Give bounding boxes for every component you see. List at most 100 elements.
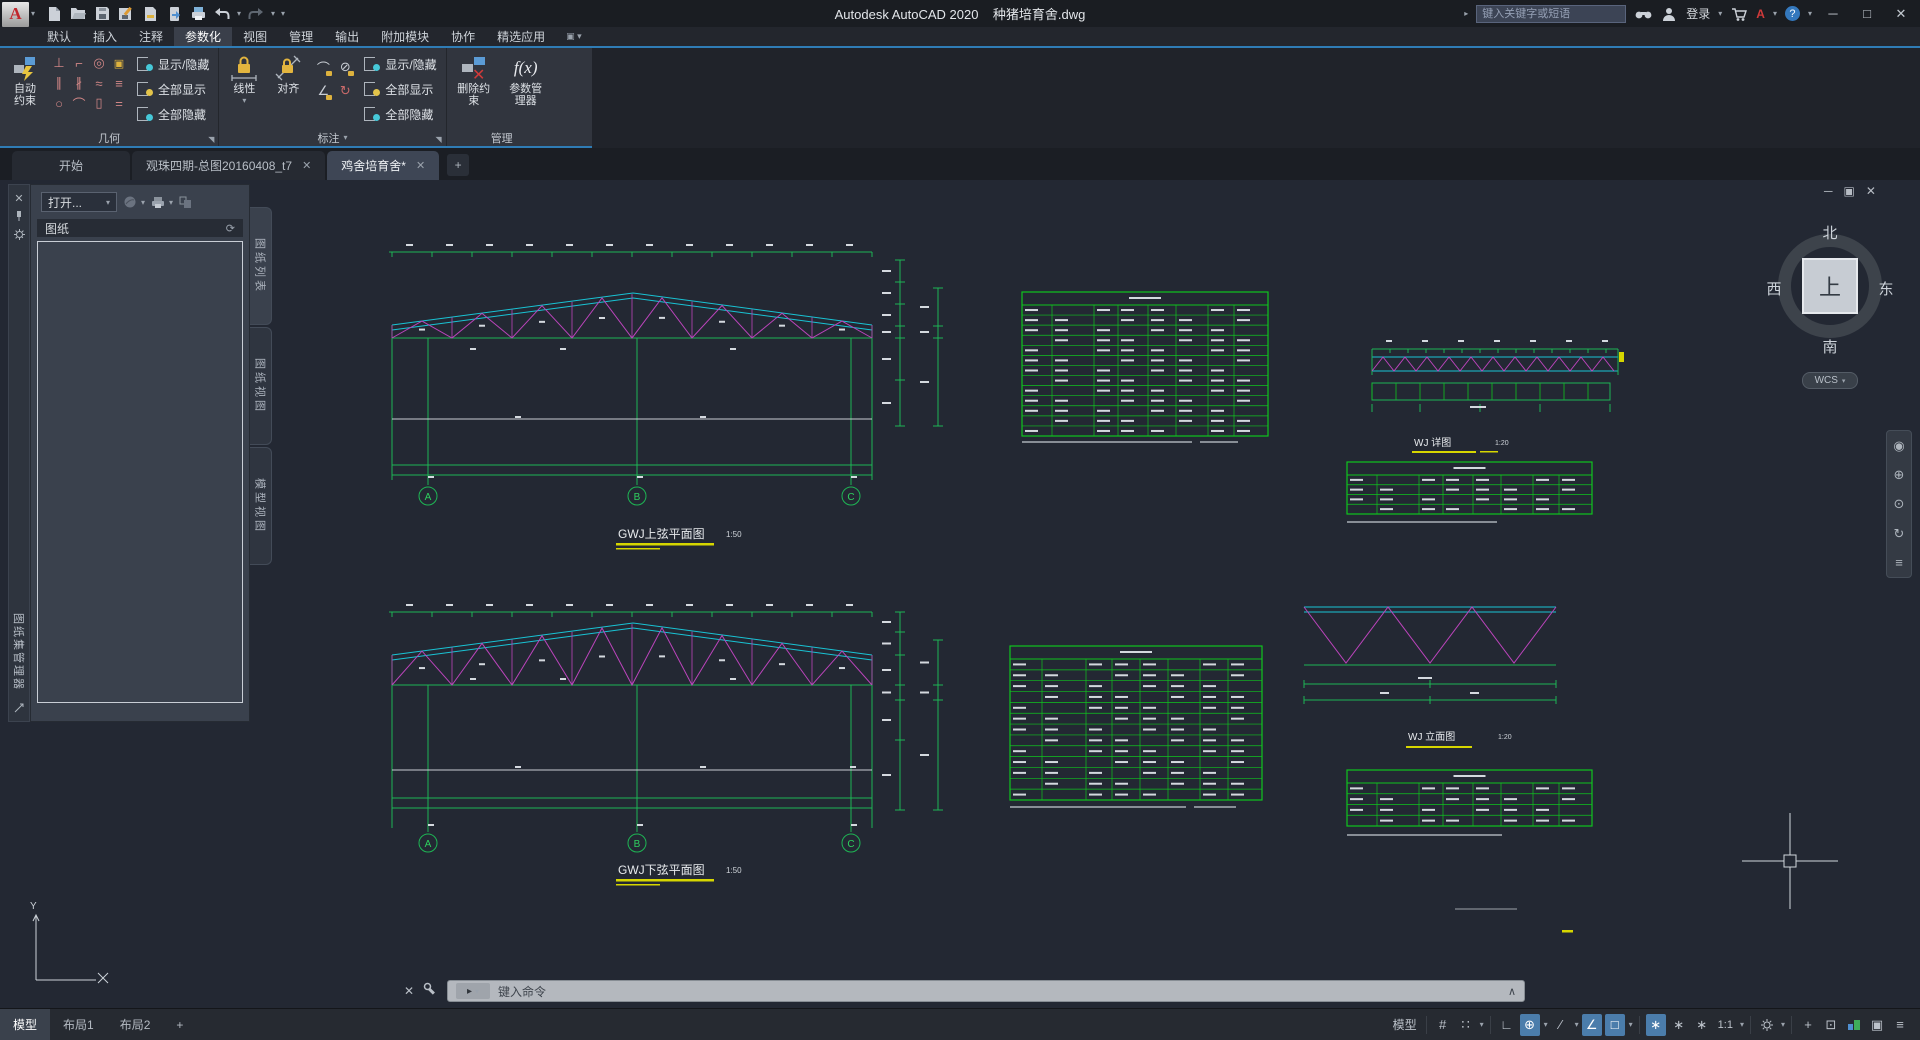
close-tab-icon[interactable]: ✕ [302,159,311,172]
geo-hide-all-button[interactable]: 全部隐藏 [133,103,213,125]
geo-show-hide-button[interactable]: 显示/隐藏 [133,53,213,75]
redo-icon[interactable] [247,5,265,23]
sheet-set-plot-icon[interactable]: ▾ [151,196,173,209]
command-input[interactable]: 键入命令 [498,983,546,1000]
zoom-icon[interactable]: ⊙ [1894,496,1905,512]
arc-constraint-icon[interactable]: ⌒ [69,93,89,113]
autodesk-exchange-icon[interactable]: A [1756,7,1765,21]
app-store-cart-icon[interactable] [1730,5,1748,23]
osnap-dropdown-icon[interactable]: ▾ [1629,1020,1633,1029]
graphics-performance-icon[interactable] [1844,1014,1864,1036]
smooth-constraint-icon[interactable]: ○ [49,93,69,113]
search-expand-icon[interactable]: ▸ [1464,9,1468,18]
customization-menu-icon[interactable]: ≡ [1890,1014,1910,1036]
steering-wheel-icon[interactable]: ◉ [1893,438,1904,454]
dim-hide-all-button[interactable]: 全部隐藏 [360,103,440,125]
angular-constraint-icon[interactable]: ∠ [312,79,334,103]
viewcube-top-face[interactable]: 上 [1802,258,1858,314]
parallel-constraint-icon[interactable]: ∥ [49,73,69,93]
doc-minimize-icon[interactable]: ─ [1824,184,1833,198]
dim-show-all-button[interactable]: 全部显示 [360,78,440,100]
snap-mode-icon[interactable]: ∷ [1456,1014,1476,1036]
annotation-scale-icon[interactable]: ∗ [1692,1014,1712,1036]
annotation-visibility-icon[interactable]: ∗ [1646,1014,1666,1036]
object-snap-icon[interactable]: □ [1605,1014,1625,1036]
navbar-more-icon[interactable]: ≡ [1895,555,1903,570]
sheet-set-publish-icon[interactable]: ▾ [123,195,145,209]
file-tab-start[interactable]: 开始 [12,151,130,180]
undo-icon[interactable] [213,5,231,23]
ribbon-tab-insert[interactable]: 插入 [82,27,128,46]
panel-label-manage[interactable]: 管理 [447,129,557,146]
open-file-icon[interactable] [69,5,87,23]
save-icon[interactable] [93,5,111,23]
palette-properties-gear-icon[interactable] [9,225,29,243]
concentric-constraint-icon[interactable]: ◎ [89,53,109,73]
ribbon-tab-collaborate[interactable]: 协作 [440,27,486,46]
sheet-list[interactable] [37,241,243,703]
isolate-objects-icon[interactable]: ⊡ [1821,1014,1841,1036]
undo-dropdown-icon[interactable]: ▾ [237,9,241,18]
panel-expand-icon[interactable]: ◥ [208,135,214,144]
parameters-manager-button[interactable]: f(x) 参数管理器 [500,51,552,107]
collinear-constraint-icon[interactable]: ∦ [69,73,89,93]
panel-label-dimensional[interactable]: 标注▾◥ [219,129,445,146]
scale-dropdown-icon[interactable]: ▾ [1740,1020,1744,1029]
help-dropdown-icon[interactable]: ▾ [1808,9,1812,18]
redo-dropdown-icon[interactable]: ▾ [271,9,275,18]
application-menu-button[interactable]: A [2,2,29,27]
plot-icon[interactable] [141,5,159,23]
dim-show-hide-button[interactable]: 显示/隐藏 [360,53,440,75]
new-drawing-tab-button[interactable]: + [447,154,469,176]
sign-in-button[interactable]: 登录 [1686,5,1710,22]
tangent-constraint-icon[interactable]: ≈ [89,73,109,93]
ribbon-tab-home[interactable]: 默认 [36,27,82,46]
ribbon-tab-parametric[interactable]: 参数化 [174,27,232,46]
new-file-icon[interactable] [45,5,63,23]
sheet-set-open-dropdown[interactable]: 打开...▾ [41,192,117,212]
model-space-indicator[interactable]: 模型 [1390,1014,1420,1036]
application-menu-caret-icon[interactable]: ▾ [31,9,35,18]
perpendicular-constraint-icon[interactable]: ⊥ [49,53,69,73]
help-search-input[interactable] [1476,5,1626,23]
maximize-button[interactable]: □ [1854,6,1880,21]
file-tab-drawing1[interactable]: 观珠四期-总图20160408_t7✕ [132,151,325,180]
linear-constraint-button[interactable]: 线性 ▾ [224,51,264,107]
palette-tab-sheet-views[interactable]: 图纸视图 [250,327,272,445]
orbit-icon[interactable]: ↻ [1894,526,1905,542]
file-tab-drawing2[interactable]: 鸡舍培育舍*✕ [327,151,439,180]
palette-options-icon[interactable] [9,699,29,717]
ribbon-tab-annotate[interactable]: 注释 [128,27,174,46]
crosshair-size-icon[interactable]: + [1798,1014,1818,1036]
publish-icon[interactable] [165,5,183,23]
compass-south[interactable]: 南 [1818,336,1842,357]
sign-in-dropdown-icon[interactable]: ▾ [1718,9,1722,18]
vertical-constraint-icon[interactable]: ▯ [89,93,109,113]
polar-tracking-icon[interactable]: ⊕ [1520,1014,1540,1036]
aligned-constraint-button[interactable]: 对齐 [268,51,308,95]
snap-dropdown-icon[interactable]: ▾ [1480,1020,1484,1029]
ortho-mode-icon[interactable]: ∟ [1497,1014,1517,1036]
auto-constrain-button[interactable]: 自动约束 [5,51,45,107]
iso-dropdown-icon[interactable]: ▾ [1575,1020,1579,1029]
close-button[interactable]: ✕ [1888,6,1914,22]
viewcube[interactable]: 北 西 东 南 上 WCS▾ [1762,200,1898,400]
grid-display-icon[interactable]: # [1433,1014,1453,1036]
panel-label-geometric[interactable]: 几何◥ [0,129,218,146]
clean-screen-icon[interactable]: ▣ [1867,1014,1887,1036]
command-close-icon[interactable]: ✕ [404,984,414,998]
workspace-gear-icon[interactable] [1757,1014,1777,1036]
palette-close-icon[interactable]: ✕ [9,189,29,207]
ribbon-tab-featured-apps[interactable]: 精选应用 [486,27,556,46]
annotation-autoscale-icon[interactable]: ∗ [1669,1014,1689,1036]
close-tab-icon[interactable]: ✕ [416,159,425,172]
qat-customize-icon[interactable]: ▾ [281,9,285,18]
refresh-icon[interactable]: ⟳ [226,222,235,235]
doc-close-icon[interactable]: ✕ [1866,184,1876,198]
isometric-drafting-icon[interactable]: ∕ [1551,1014,1571,1036]
exchange-dropdown-icon[interactable]: ▾ [1773,9,1777,18]
compass-north[interactable]: 北 [1818,222,1842,243]
command-customize-wrench-icon[interactable] [423,982,437,999]
workspace-dropdown-icon[interactable]: ▾ [1781,1020,1785,1029]
drawing-canvas[interactable]: A B C GWJ上弦平面图 1:50 A B C [0,180,1920,1008]
